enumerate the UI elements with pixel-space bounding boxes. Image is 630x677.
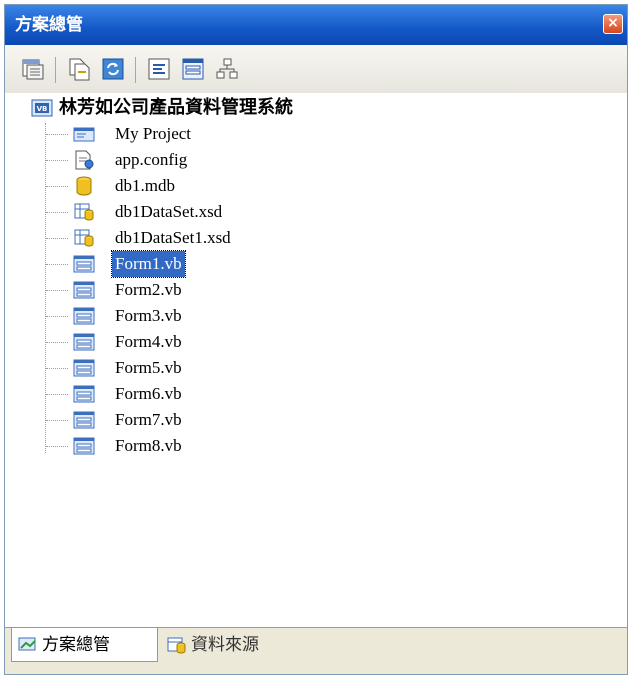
config-file-icon [75, 150, 94, 170]
show-all-files-icon [69, 58, 90, 81]
tree-item-label: db1DataSet1.xsd [115, 228, 231, 247]
data-sources-icon [167, 637, 186, 654]
form-icon [73, 359, 95, 377]
tree-branch-line [46, 186, 68, 187]
properties-icon [22, 59, 44, 80]
tree-item-label: Form1.vb [111, 250, 186, 278]
form-icon [73, 385, 95, 403]
tree-item-label: db1DataSet.xsd [115, 202, 223, 221]
tree-item-label: Form2.vb [115, 280, 182, 299]
tree-branch-line [46, 160, 68, 161]
class-diagram-button[interactable] [215, 57, 239, 81]
tab-data-sources[interactable]: 資料來源 [161, 628, 301, 662]
tree-item-label: Form3.vb [115, 306, 182, 325]
form-icon [73, 307, 95, 325]
tree-branch-line [46, 134, 68, 135]
form-icon [73, 333, 95, 351]
solution-explorer-icon [18, 637, 36, 651]
refresh-icon [102, 58, 124, 80]
show-all-files-button[interactable] [67, 57, 91, 81]
toolbar-separator [135, 57, 136, 83]
tree-item-label: Form8.vb [115, 436, 182, 455]
database-icon [76, 176, 92, 196]
tree-item-label: Form5.vb [115, 358, 182, 377]
tree-item-label: My Project [115, 124, 192, 143]
view-code-button[interactable] [147, 57, 171, 81]
tree-branch-line [46, 368, 68, 369]
svg-text:VB: VB [37, 105, 48, 113]
properties-button[interactable] [21, 57, 45, 81]
toolbar-separator [55, 57, 56, 83]
tab-label: 方案總管 [42, 635, 110, 655]
toolbar [5, 45, 627, 94]
tab-label: 資料來源 [191, 635, 259, 655]
tree-item-label: app.config [115, 150, 188, 169]
tree-branch-line [46, 394, 68, 395]
tree-item-label: Form7.vb [115, 410, 182, 429]
panel-title: 方案總管 [15, 15, 83, 35]
tree-branch-line [46, 446, 68, 447]
class-diagram-icon [216, 58, 238, 79]
solution-explorer-panel: 方案總管 × VB 林芳如公司產品資料管理系統 My Project app.c… [4, 4, 628, 675]
tree-item-label: db1.mdb [115, 176, 175, 195]
tree-branch-line [46, 212, 68, 213]
tree-root-label: 林芳如公司產品資料管理系統 [59, 97, 293, 118]
close-button[interactable]: × [603, 14, 623, 34]
tree-branch-line [46, 238, 68, 239]
tree-branch-line [46, 420, 68, 421]
form-icon [73, 281, 95, 299]
form-icon [73, 255, 95, 273]
dataset-icon [74, 229, 94, 247]
bottom-tab-strip: 方案總管 資料來源 [5, 627, 627, 674]
view-designer-button[interactable] [181, 57, 205, 81]
vb-project-icon: VB [31, 99, 53, 117]
tree-branch-line [46, 342, 68, 343]
solution-tree: VB 林芳如公司產品資料管理系統 My Project app.config d… [5, 93, 627, 628]
refresh-button[interactable] [101, 57, 125, 81]
tree-item-label: Form6.vb [115, 384, 182, 403]
form-icon [73, 437, 95, 455]
my-project-icon [73, 127, 95, 142]
view-code-icon [148, 58, 170, 80]
tree-branch-line [46, 290, 68, 291]
tab-solution-explorer[interactable]: 方案總管 [11, 628, 158, 662]
view-designer-icon [182, 58, 204, 80]
form-icon [73, 411, 95, 429]
tree-branch-line [46, 264, 68, 265]
tree-connector-line [45, 123, 46, 453]
panel-title-bar: 方案總管 × [5, 5, 627, 45]
dataset-icon [74, 203, 94, 221]
tree-branch-line [46, 316, 68, 317]
tree-item-label: Form4.vb [115, 332, 182, 351]
